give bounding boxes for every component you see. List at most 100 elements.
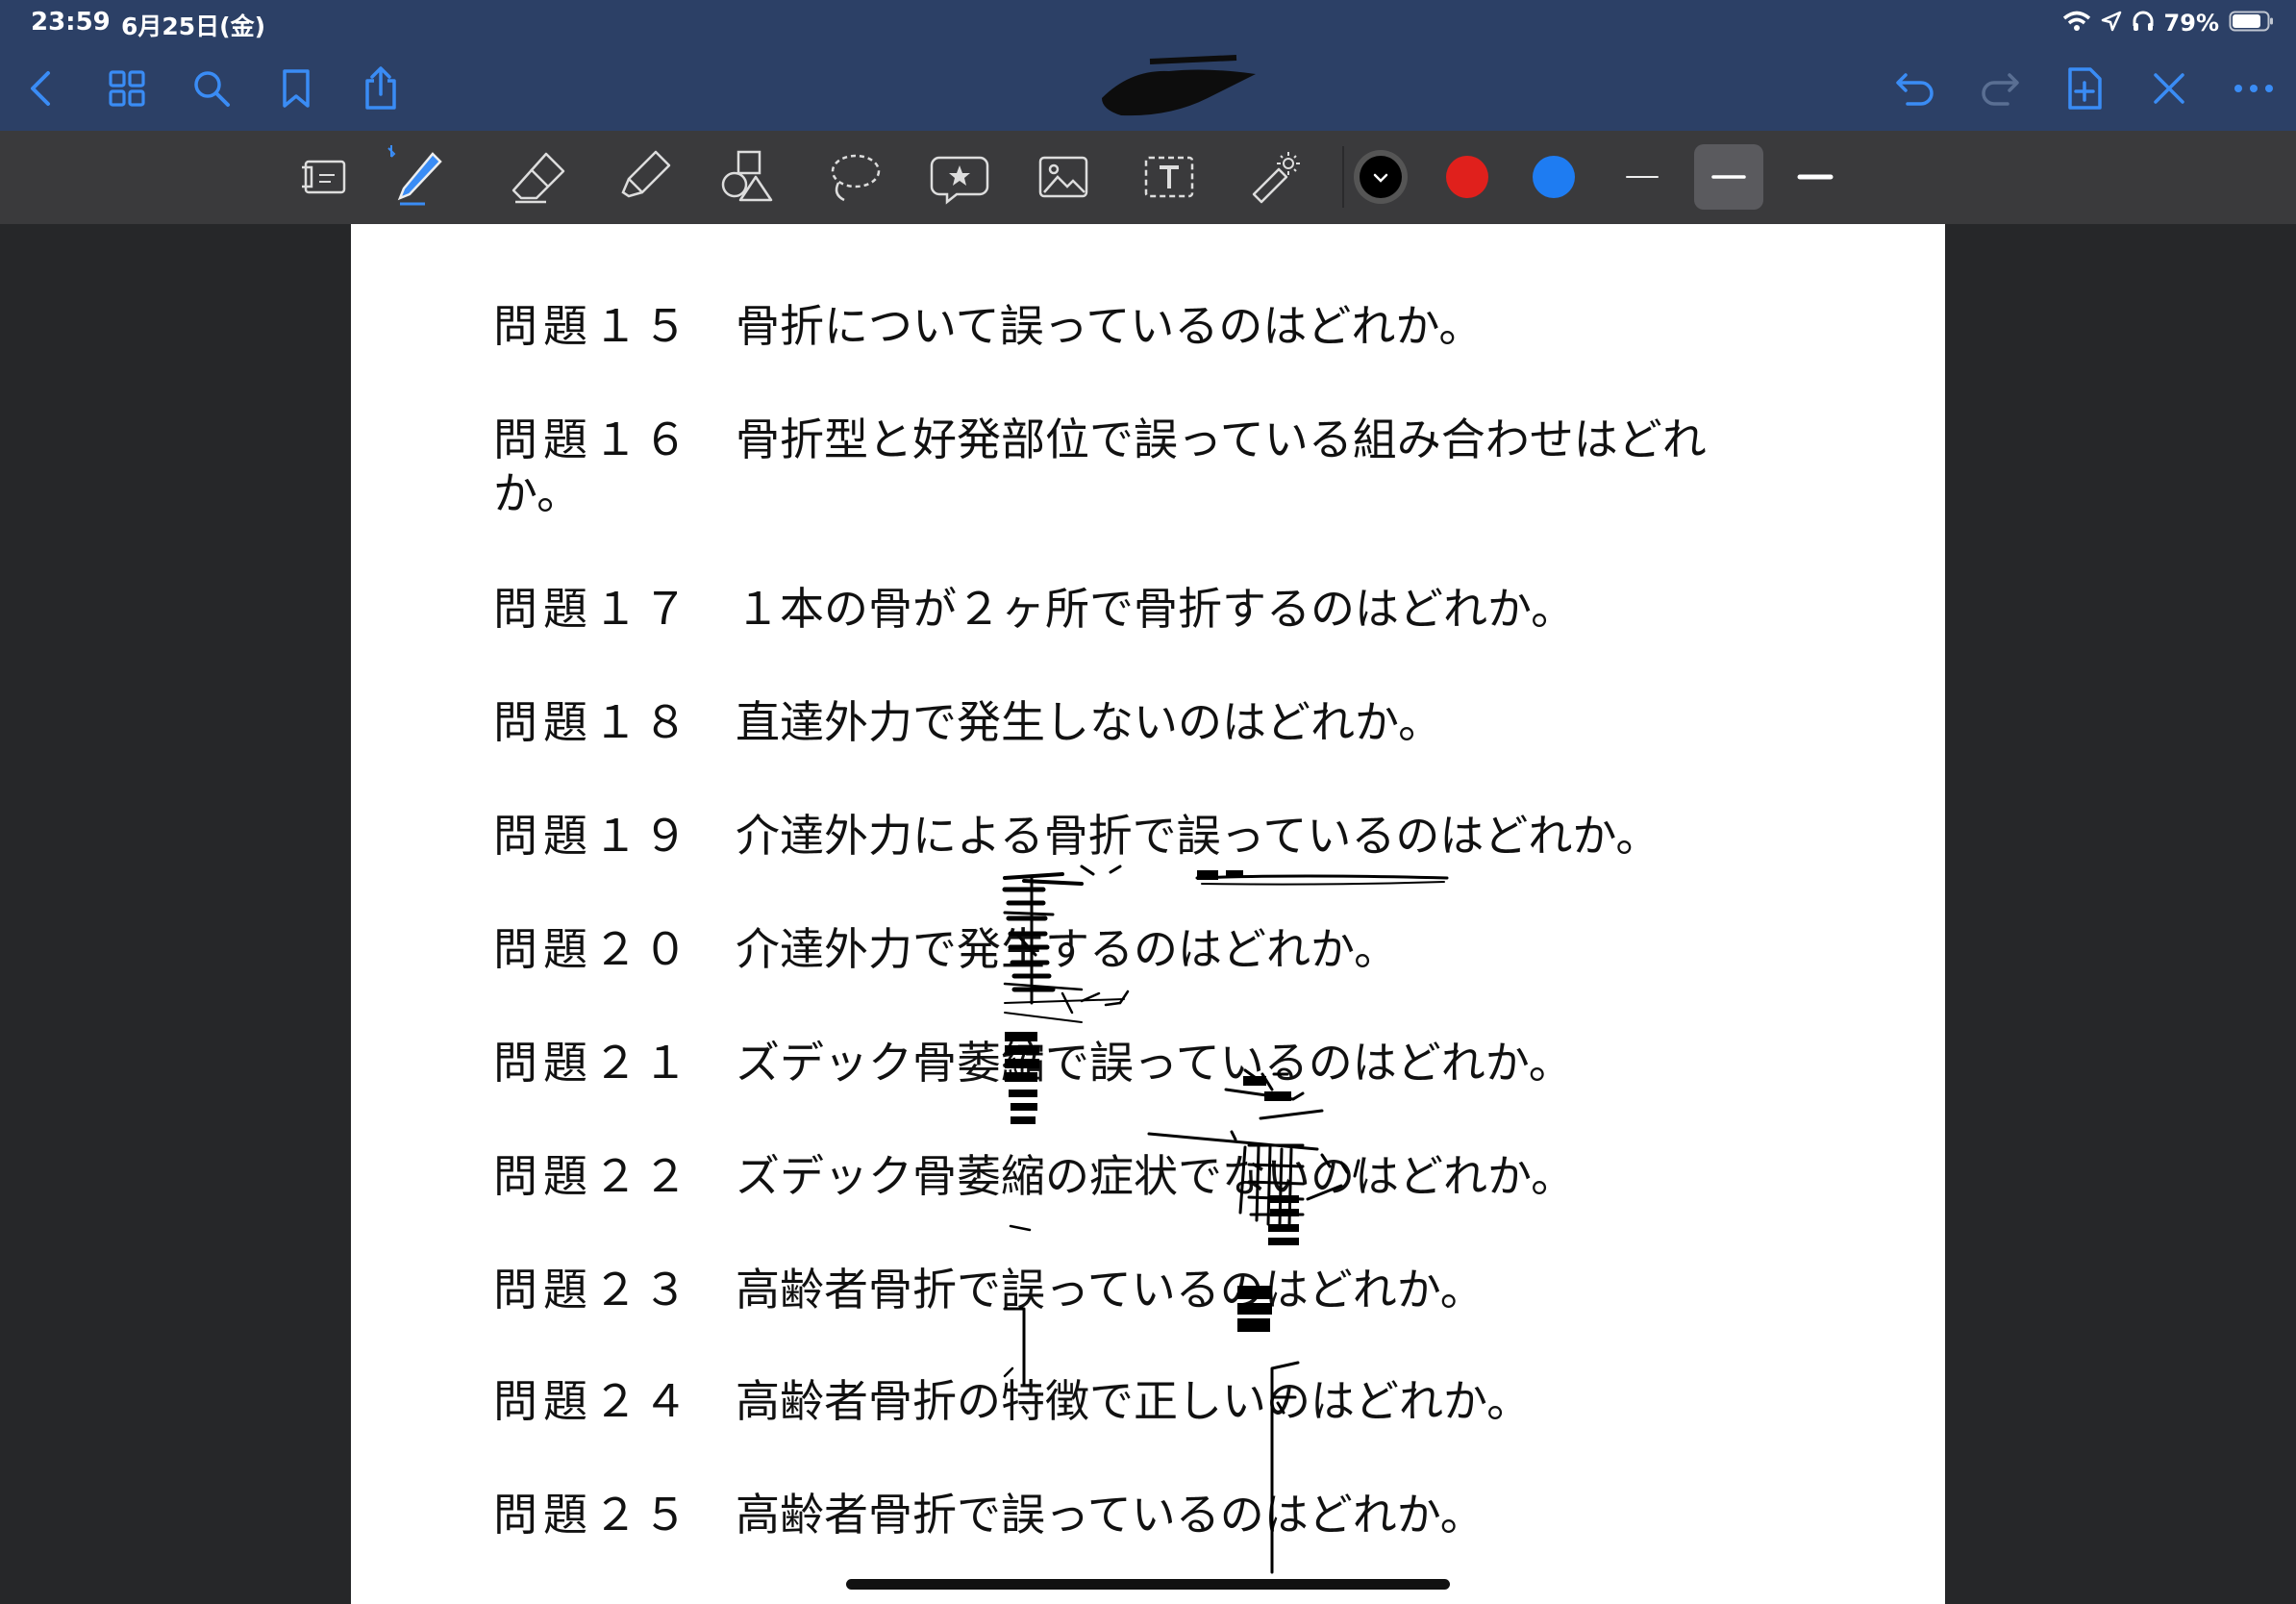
- ink-stroke: [1224, 1088, 1305, 1101]
- document-page[interactable]: 問題１５ 骨折について誤っているのはどれか。問題１６ 骨折型と好発部位で誤っている組…: [351, 224, 1945, 1604]
- lasso-icon: [831, 154, 881, 202]
- question-text: 骨折について誤っているのはどれか。: [736, 300, 1484, 352]
- page-layout-tool[interactable]: [288, 144, 358, 210]
- ink-blot: [1268, 1224, 1299, 1232]
- image-icon: [1038, 156, 1088, 198]
- headphones-icon: [2132, 11, 2155, 36]
- document-nav-bar: [0, 46, 2296, 131]
- undo-icon: [1896, 73, 1934, 106]
- back-icon: [31, 71, 50, 106]
- ink-stroke: [1003, 1307, 1026, 1386]
- color-swatch-red[interactable]: [1433, 144, 1502, 210]
- question-text: 介達外力による骨折で誤っているのはどれか。: [736, 810, 1660, 862]
- image-tool[interactable]: [1029, 144, 1098, 210]
- question-number: 問題２４: [493, 1375, 693, 1427]
- bookmark-icon: [283, 69, 310, 108]
- page-layout-icon: [302, 160, 346, 194]
- home-indicator[interactable]: [846, 1579, 1450, 1590]
- text-tool[interactable]: [1135, 144, 1204, 210]
- close-icon: [2154, 73, 2184, 104]
- ink-blot: [1011, 1103, 1037, 1111]
- ink-stroke: [1004, 1012, 1083, 1023]
- question-number: 問題１５: [493, 300, 693, 352]
- ink-stroke: [1230, 1109, 1324, 1141]
- ink-blot: [1268, 1238, 1299, 1245]
- eraser-icon: [512, 152, 565, 204]
- elements-tool[interactable]: [925, 144, 994, 210]
- page-grid-button[interactable]: [102, 63, 152, 113]
- shapes-tool[interactable]: [713, 144, 783, 210]
- ink-stroke: [1147, 1132, 1319, 1151]
- ink-stroke: [1201, 881, 1445, 886]
- document-title-redacted: [1092, 50, 1265, 127]
- more-icon: [2234, 85, 2273, 92]
- redo-button[interactable]: [1975, 63, 2025, 113]
- elements-icon: [930, 156, 989, 205]
- back-button[interactable]: [15, 63, 65, 113]
- search-icon: [194, 71, 230, 107]
- stroke-width-thick[interactable]: [1781, 144, 1850, 210]
- pen-tool[interactable]: [383, 144, 452, 210]
- ink-blot: [1197, 870, 1218, 880]
- stroke-width-medium[interactable]: [1694, 144, 1763, 210]
- status-bar: 23:59 6月25日(金) 79%: [0, 0, 2296, 46]
- question-text: 介達外力で発生するのはどれか。: [736, 923, 1399, 975]
- question-number: 問題２５: [493, 1489, 693, 1541]
- status-indicators: 79%: [2062, 6, 2275, 40]
- question-number: 問題１７: [493, 583, 693, 635]
- ink-blot: [1270, 1209, 1299, 1216]
- shapes-icon: [721, 150, 773, 202]
- question-text: 高齢者骨折の特徴で正しいのはどれか。: [736, 1375, 1532, 1427]
- close-toolbar-button[interactable]: [2144, 63, 2194, 113]
- ink-blot: [1011, 1116, 1036, 1124]
- share-icon: [365, 66, 396, 110]
- ink-blot: [1226, 870, 1243, 878]
- share-button[interactable]: [356, 63, 406, 113]
- laser-pointer-icon: [1252, 152, 1300, 204]
- ink-stroke: [1195, 874, 1449, 880]
- question-number: 問題２０: [493, 923, 693, 975]
- question-number: 問題２３: [493, 1264, 693, 1316]
- ink-stroke: [1080, 865, 1122, 876]
- ink-blot: [1264, 1091, 1291, 1101]
- status-date: 6月25日(金): [121, 13, 266, 40]
- drawing-toolbar: [0, 131, 2296, 224]
- question-text: ズデック骨萎縮の症状でないのはどれか。: [736, 1150, 1576, 1202]
- undo-button[interactable]: [1890, 63, 1940, 113]
- more-button[interactable]: [2229, 63, 2279, 113]
- question-text-continuation: か。: [493, 467, 582, 519]
- battery-icon: [2229, 10, 2275, 37]
- eraser-tool[interactable]: [504, 144, 573, 210]
- question-text: ズデック骨萎縮で誤っているのはどれか。: [736, 1037, 1573, 1089]
- question-text: 直達外力で発生しないのはどれか。: [736, 696, 1443, 748]
- redo-icon: [1982, 73, 2019, 106]
- text-tool-icon: [1144, 156, 1194, 198]
- toolbar-separator: [1342, 146, 1344, 208]
- stroke-width-thin[interactable]: [1608, 144, 1677, 210]
- ink-stroke: [1004, 998, 1125, 1004]
- question-number: 問題１６: [493, 414, 693, 465]
- search-button[interactable]: [187, 63, 237, 113]
- lasso-tool[interactable]: [819, 144, 888, 210]
- status-time: 23:59: [31, 8, 111, 37]
- wifi-icon: [2062, 10, 2091, 37]
- highlighter-tool[interactable]: [610, 144, 679, 210]
- question-text: １本の骨が２ヶ所で骨折するのはどれか。: [736, 583, 1576, 635]
- battery-percent: 79%: [2163, 10, 2219, 37]
- laser-pointer-tool[interactable]: [1240, 144, 1310, 210]
- question-number: 問題１９: [493, 810, 693, 862]
- location-icon: [2101, 11, 2122, 36]
- add-page-icon: [2068, 67, 2102, 110]
- highlighter-icon: [621, 150, 671, 198]
- add-page-button[interactable]: [2059, 63, 2109, 113]
- color-swatch-black[interactable]: [1346, 144, 1415, 210]
- question-text: 骨折型と好発部位で誤っている組み合わせはどれ: [736, 414, 1707, 465]
- question-number: 問題２１: [493, 1037, 693, 1089]
- question-number: 問題１８: [493, 696, 693, 748]
- grid-icon: [109, 70, 145, 107]
- ink-stroke: [1009, 1224, 1032, 1232]
- question-text: 高齢者骨折で誤っているのはどれか。: [736, 1489, 1485, 1541]
- bookmark-button[interactable]: [271, 63, 321, 113]
- ink-stroke: [1003, 982, 1130, 1015]
- color-swatch-blue[interactable]: [1519, 144, 1588, 210]
